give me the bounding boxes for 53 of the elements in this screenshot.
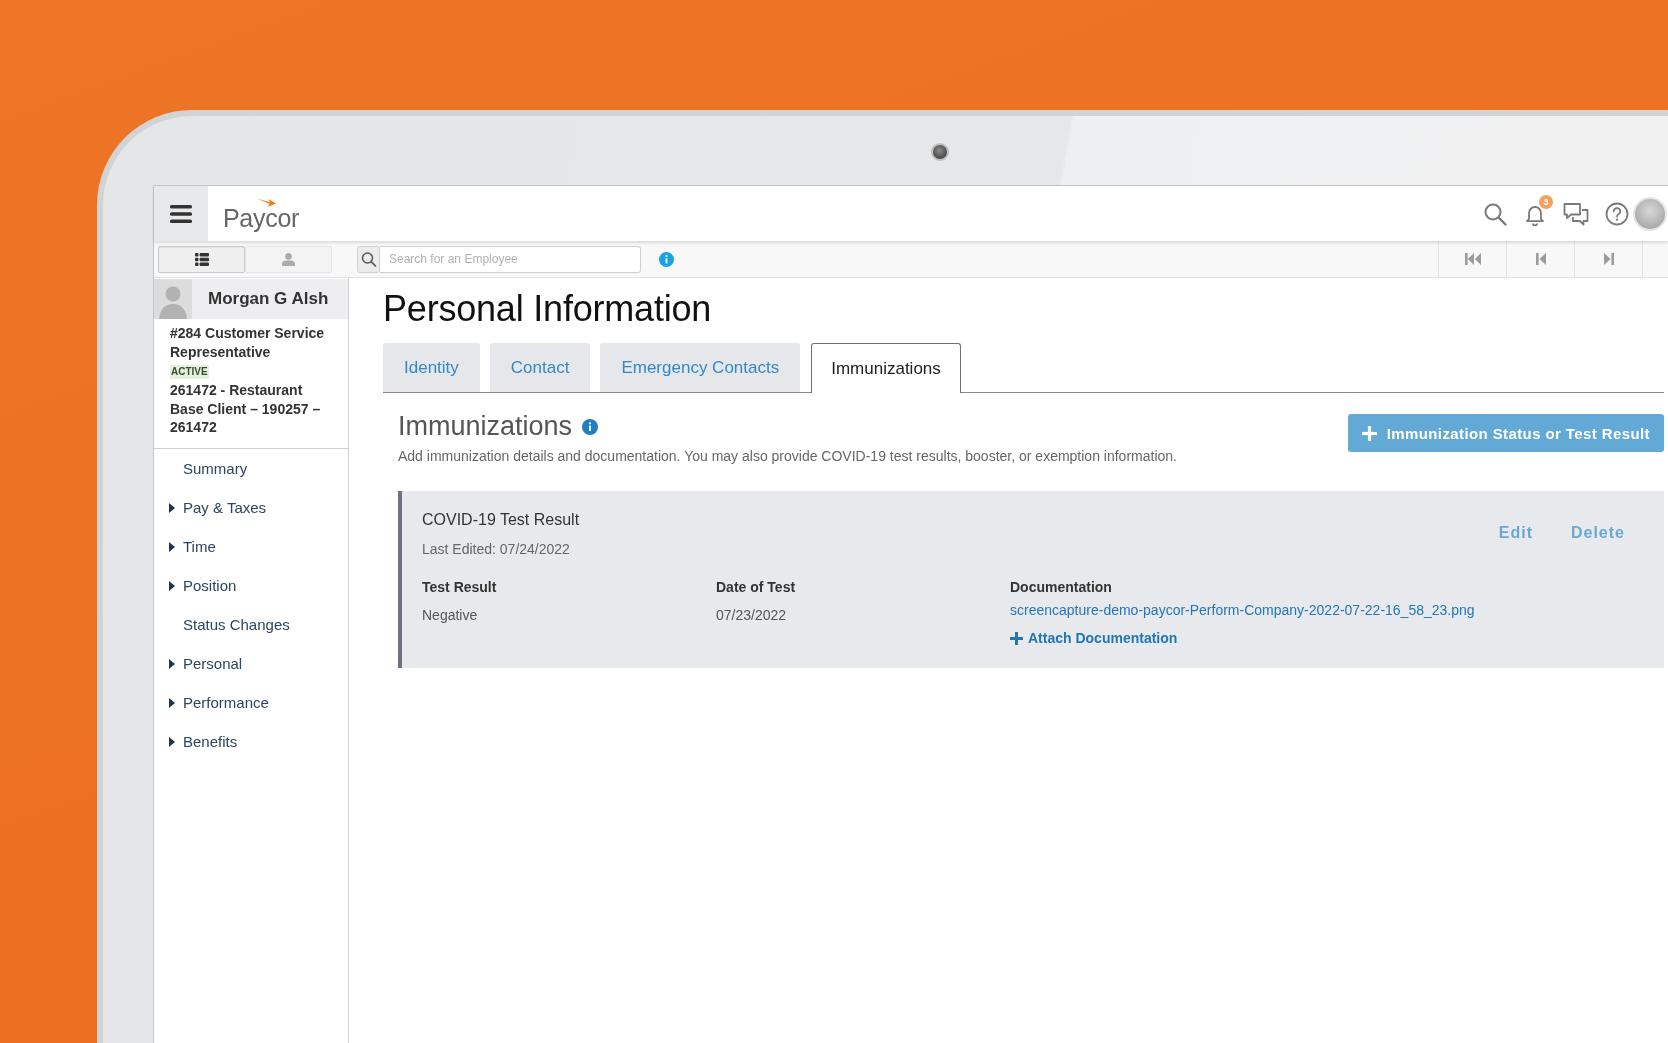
chat-icon[interactable] [1563,201,1589,226]
field-label: Date of Test [716,578,796,597]
sidebar-item[interactable]: Summary [154,449,348,488]
menu-button[interactable] [154,186,208,241]
list-icon [194,252,209,266]
search-icon[interactable] [1483,201,1507,226]
employee-name: Morgan G Alsh [192,279,348,319]
sidebar-item[interactable]: Performance [154,683,348,722]
document-link[interactable]: screencapture-demo-paycor-Perform-Company-2022-07-22-16_58_23.png [1010,600,1475,620]
sidebar-item[interactable]: Status Changes [154,605,348,644]
skip-start-icon [1464,253,1481,265]
section-description: Add immunization details and documentation. You may also provide COVID-19 test results, booster, or exemption information. [398,447,1177,466]
employee-position: #284 Customer Service Representative [170,324,326,361]
search-field[interactable]: Search for an Employee [380,245,641,273]
caret-icon [169,736,175,747]
search-icon[interactable] [357,245,380,273]
tab[interactable]: Immunizations [811,343,961,393]
help-icon[interactable] [1605,201,1629,226]
plus-icon [1010,631,1023,645]
caret-icon [169,541,175,552]
field-label: Test Result [422,578,497,597]
sidebar-item[interactable]: Pay & Taxes [154,488,348,527]
user-avatar-icon[interactable] [1633,196,1667,231]
info-icon[interactable] [582,419,599,435]
attach-documentation-link[interactable]: Attach Documentation [1010,628,1178,648]
list-view-button[interactable] [158,245,245,273]
caret-icon [169,658,175,669]
info-icon[interactable] [659,251,674,267]
employee-company: 261472 - Restaurant Base Client – 190257 – 261472 [170,381,322,437]
record-title: COVID-19 Test Result [422,510,580,530]
status-badge: ACTIVE [170,365,209,379]
sidebar-item[interactable]: Personal [154,644,348,683]
swoosh-icon [257,198,276,207]
plus-icon [1361,425,1377,441]
field-label: Documentation [1010,578,1112,597]
camera-icon [931,143,949,161]
field-value: Negative [422,606,478,625]
sidebar-item[interactable]: Time [154,527,348,566]
menu-icon [170,204,192,223]
step-forward-icon [1603,253,1614,265]
caret-icon [169,697,175,708]
caret-icon [169,580,175,591]
caret-icon [169,502,175,513]
last-edited-text: Last Edited: 07/24/2022 [422,540,570,559]
field-value: 07/23/2022 [716,606,787,625]
sidebar-item[interactable]: Benefits [154,722,348,761]
notification-badge: 3 [1539,194,1553,209]
step-back-icon [1535,253,1546,265]
person-icon [282,252,295,266]
section-title: Immunizations [398,410,573,443]
page-title: Personal Information [383,287,712,331]
logo-text: Paycor [223,207,299,231]
sidebar-item[interactable]: Position [154,566,348,605]
